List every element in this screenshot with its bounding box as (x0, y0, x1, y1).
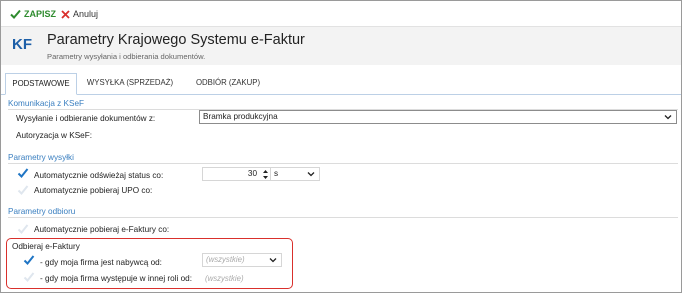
divider (8, 163, 678, 164)
other-role-value: (wszystkie) (205, 274, 244, 283)
tab-podstawowe[interactable]: PODSTAWOWE (5, 73, 77, 95)
page-subtitle: Parametry wysyłania i odbierania dokumen… (47, 52, 206, 61)
refresh-unit-value: s (274, 169, 279, 178)
save-button[interactable]: ZAPISZ (10, 7, 56, 21)
environment-select[interactable]: Bramka produkcyjna (199, 110, 677, 124)
window: ZAPISZ Anuluj KF Parametry Krajowego Sys… (0, 0, 682, 293)
tab-wysylka[interactable]: WYSYŁKA (SPRZEDAŻ) (85, 73, 175, 95)
receive-group-title: Odbieraj e-Faktury (12, 242, 80, 251)
auto-upo-label: Automatycznie pobieraj UPO co: (34, 186, 153, 195)
auto-refresh-label: Automatycznie odświeżaj status co: (34, 171, 164, 180)
chevron-down-icon (664, 115, 672, 120)
other-role-checkbox[interactable] (23, 271, 35, 283)
cancel-label: Anuluj (73, 9, 99, 19)
section-title-ksef: Komunikacja z KSeF (8, 99, 84, 108)
chevron-down-icon (269, 258, 277, 263)
other-role-label: - gdy moja firma występuje w innej roli … (40, 274, 192, 283)
refresh-interval-value: 30 (247, 169, 257, 178)
buyer-checkbox[interactable] (23, 254, 35, 266)
auth-label: Autoryzacja w KSeF: (16, 131, 92, 140)
buyer-select[interactable]: (wszystkie) (202, 253, 282, 267)
auto-upo-checkbox[interactable] (17, 184, 29, 196)
tab-odbior[interactable]: ODBIÓR (ZAKUP) (185, 73, 271, 95)
checkmark-icon (10, 9, 21, 19)
spinner-icon[interactable] (262, 169, 269, 180)
section-title-send: Parametry wysyłki (8, 153, 74, 162)
send-receive-label: Wysyłanie i odbieranie dokumentów z: (16, 114, 156, 123)
auto-refresh-checkbox[interactable] (17, 167, 29, 179)
close-icon (61, 9, 70, 19)
toolbar: ZAPISZ Anuluj (1, 1, 681, 26)
cancel-button[interactable]: Anuluj (61, 7, 98, 21)
page-title: Parametry Krajowego Systemu e-Faktur (47, 32, 305, 48)
buyer-select-value: (wszystkie) (206, 255, 245, 264)
save-label: ZAPISZ (24, 9, 57, 19)
refresh-interval-input[interactable]: 30 (202, 167, 272, 181)
divider (8, 217, 678, 218)
refresh-unit-select[interactable]: s (270, 167, 320, 181)
auto-fetch-checkbox[interactable] (17, 223, 29, 235)
section-title-receive: Parametry odbioru (8, 207, 76, 216)
page-header: KF Parametry Krajowego Systemu e-Faktur … (1, 26, 681, 65)
chevron-down-icon (307, 172, 315, 177)
buyer-label: - gdy moja firma jest nabywcą od: (40, 258, 162, 267)
app-logo: KF (12, 36, 32, 53)
environment-select-value: Bramka produkcyjna (203, 112, 278, 121)
auto-fetch-label: Automatycznie pobieraj e-Faktury co: (34, 225, 170, 234)
tab-bar: PODSTAWOWE WYSYŁKA (SPRZEDAŻ) ODBIÓR (ZA… (1, 73, 681, 95)
